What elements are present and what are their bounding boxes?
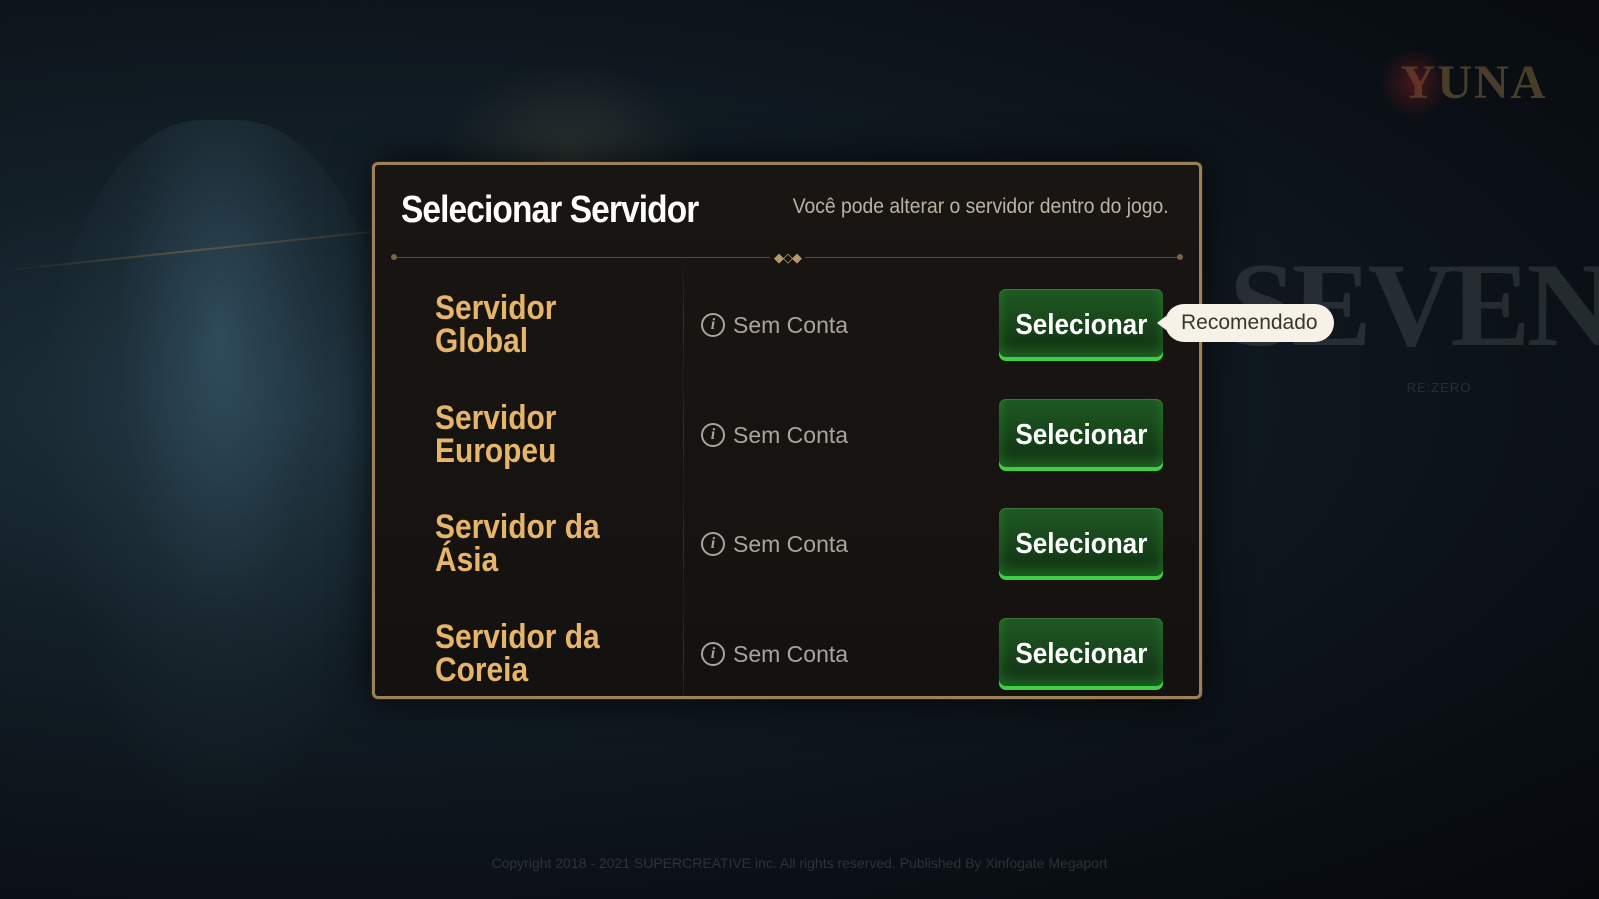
select-button-korea[interactable]: Selecionar: [999, 618, 1163, 690]
server-name: Servidor Europeu: [435, 399, 557, 470]
select-button-europe[interactable]: Selecionar: [999, 399, 1163, 471]
server-row-europe: Servidor Europeu i Sem Conta Selecionar: [401, 370, 1181, 498]
account-status: i Sem Conta: [701, 499, 848, 589]
copyright-text: Copyright 2018 - 2021 SUPERCREATIVE inc.…: [491, 855, 1108, 871]
server-row-asia: Servidor da Ásia i Sem Conta Selecionar: [401, 479, 1181, 607]
divider-ornament: ◆◇◆: [770, 250, 805, 266]
server-row-korea: Servidor da Coreia i Sem Conta Seleciona…: [401, 589, 1181, 696]
server-name: Servidor Global: [435, 289, 557, 360]
account-status-label: Sem Conta: [733, 640, 849, 667]
account-status-label: Sem Conta: [733, 311, 849, 338]
server-name: Servidor da Ásia: [435, 508, 600, 579]
column-divider: [683, 260, 684, 388]
account-status: i Sem Conta: [701, 609, 849, 696]
info-icon[interactable]: i: [701, 423, 725, 447]
seven-logo-subtitle: RE:ZERO: [1406, 380, 1472, 395]
corner-ornament: [375, 679, 392, 696]
background-character: [40, 120, 400, 840]
corner-ornament: [1182, 679, 1199, 696]
recommended-badge: Recomendado: [1157, 304, 1334, 342]
dialog-title: Selecionar Servidor: [401, 189, 699, 231]
account-status-label: Sem Conta: [733, 421, 849, 448]
server-name: Servidor da Coreia: [435, 618, 600, 689]
info-icon[interactable]: i: [701, 313, 725, 337]
column-divider: [683, 479, 684, 607]
corner-ornament: [1182, 165, 1199, 182]
select-button-asia[interactable]: Selecionar: [999, 508, 1163, 580]
info-icon[interactable]: i: [701, 532, 725, 556]
account-status-label: Sem Conta: [733, 530, 849, 557]
column-divider: [683, 589, 684, 696]
yuna-logo: YUNA: [1379, 38, 1569, 128]
corner-ornament: [375, 165, 392, 182]
account-status: i Sem Conta: [701, 280, 848, 370]
select-button-global[interactable]: Selecionar: [999, 289, 1163, 361]
server-row-global: Servidor Global i Sem Conta Selecionar: [401, 260, 1181, 388]
account-status: i Sem Conta: [701, 390, 848, 480]
dialog-subtitle: Você pode alterar o servidor dentro do j…: [793, 195, 1169, 218]
info-icon[interactable]: i: [701, 642, 725, 666]
server-select-dialog: Selecionar Servidor Você pode alterar o …: [372, 162, 1202, 699]
